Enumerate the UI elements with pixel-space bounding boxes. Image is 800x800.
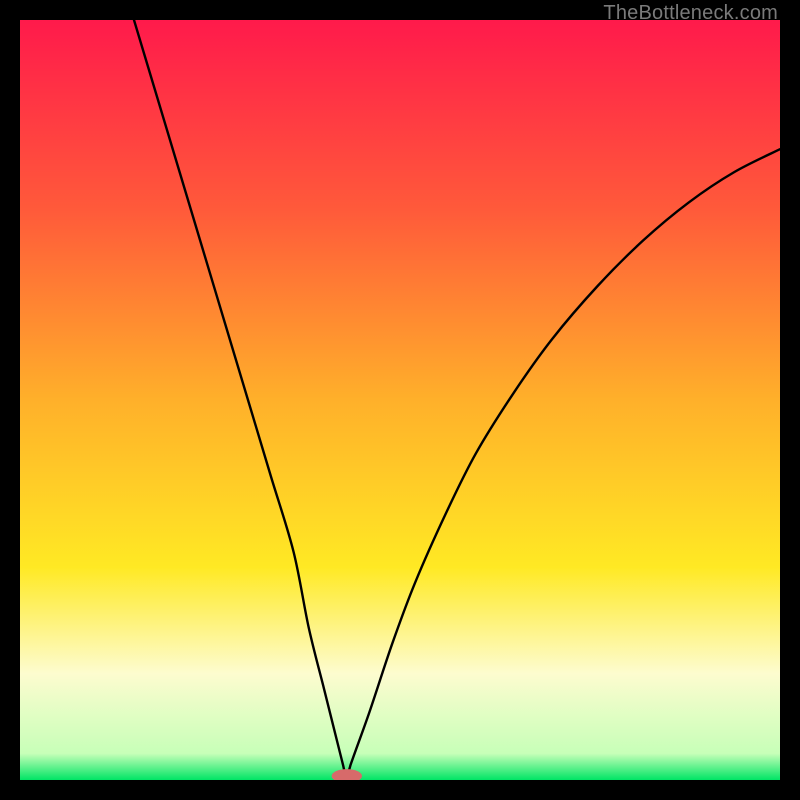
watermark-text: TheBottleneck.com (603, 2, 778, 25)
chart-svg (20, 20, 780, 780)
chart-background (20, 20, 780, 780)
chart-frame (20, 20, 780, 780)
